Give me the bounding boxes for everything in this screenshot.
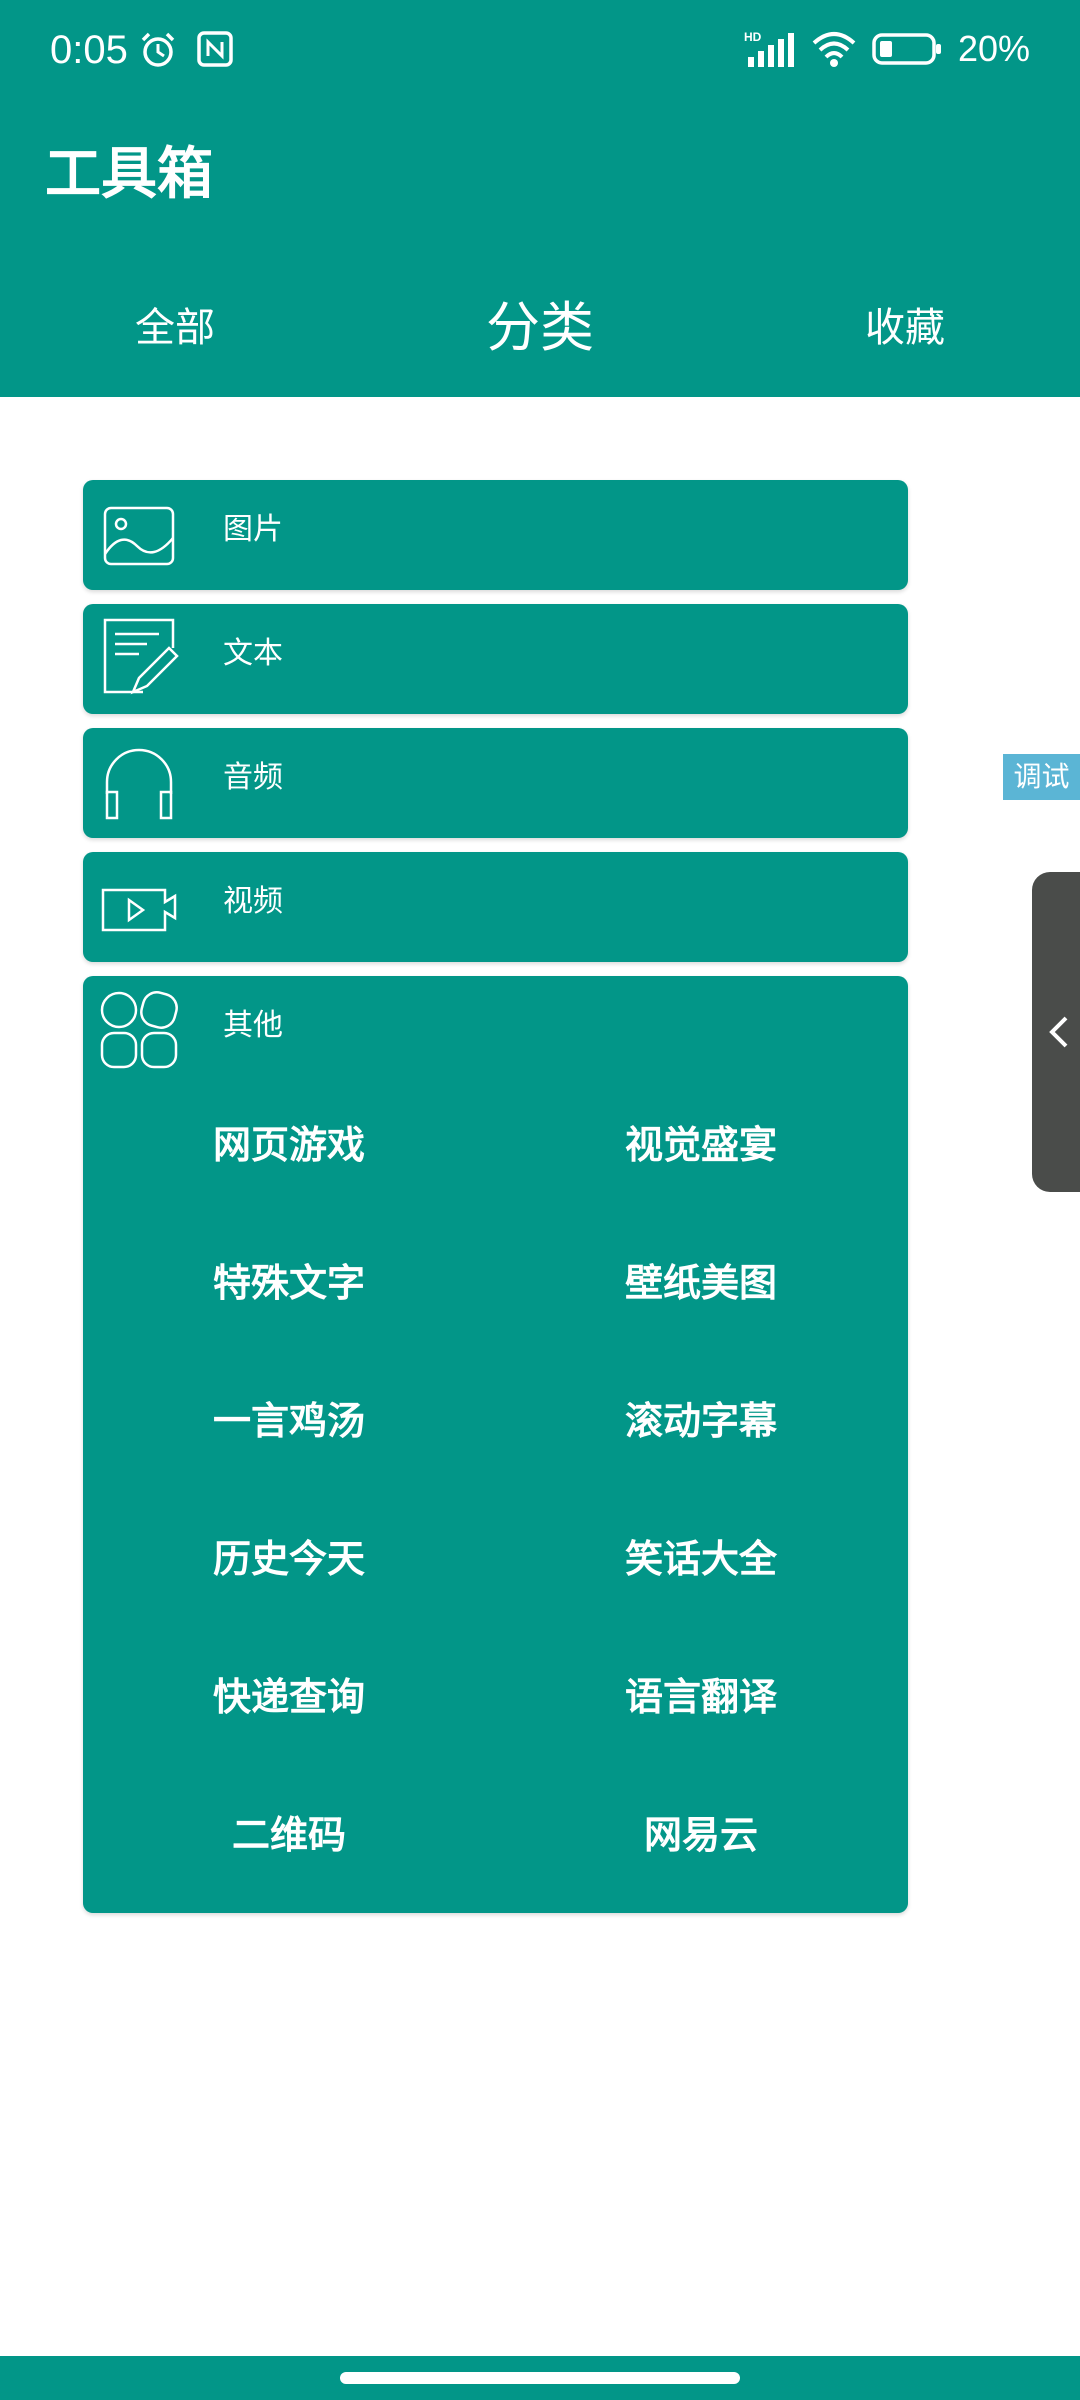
- sub-item-wallpapers[interactable]: 壁纸美图: [495, 1214, 907, 1352]
- app-header: 0:05 HD 20% 工具箱 全部 分类 收藏: [0, 0, 1080, 397]
- wifi-icon: [812, 32, 856, 67]
- headphones-icon: [105, 748, 173, 820]
- category-video[interactable]: 视频: [83, 852, 908, 962]
- tab-favorites[interactable]: 收藏: [775, 280, 1035, 376]
- sub-item-daily-quote[interactable]: 一言鸡汤: [83, 1352, 495, 1490]
- page-title: 工具箱: [45, 142, 213, 207]
- svg-text:HD: HD: [744, 30, 762, 44]
- sub-item-jokes[interactable]: 笑话大全: [495, 1490, 907, 1628]
- category-list: 图片 文本 音频 视频 其他 网页游戏 视觉盛宴 特殊文字 壁纸美图 一言鸡汤 …: [83, 480, 908, 1927]
- status-time: 0:05: [50, 28, 128, 72]
- sub-item-history-today[interactable]: 历史今天: [83, 1490, 495, 1628]
- debug-button[interactable]: 调试: [1003, 754, 1080, 800]
- category-text[interactable]: 文本: [83, 604, 908, 714]
- tab-category[interactable]: 分类: [410, 280, 670, 376]
- image-icon: [103, 506, 175, 566]
- video-icon: [101, 888, 177, 932]
- chevron-left-icon: [1049, 1016, 1068, 1048]
- sub-item-web-games[interactable]: 网页游戏: [83, 1076, 495, 1214]
- side-panel-handle[interactable]: [1032, 872, 1080, 1192]
- category-label: 音频: [223, 760, 283, 795]
- sub-item-visual-feast[interactable]: 视觉盛宴: [495, 1076, 907, 1214]
- sub-item-translation[interactable]: 语言翻译: [495, 1628, 907, 1766]
- status-left-icons: [138, 30, 234, 70]
- navigation-bar: [0, 2356, 1080, 2400]
- tab-bar: 全部 分类 收藏: [0, 280, 1080, 376]
- document-edit-icon: [103, 618, 179, 695]
- category-label: 图片: [223, 512, 283, 547]
- home-indicator[interactable]: [340, 2372, 740, 2384]
- sub-item-qr-code[interactable]: 二维码: [83, 1766, 495, 1904]
- battery-icon: [872, 33, 941, 65]
- sub-item-express-query[interactable]: 快递查询: [83, 1628, 495, 1766]
- tab-all[interactable]: 全部: [45, 280, 305, 376]
- sub-item-scrolling-text[interactable]: 滚动字幕: [495, 1352, 907, 1490]
- category-label: 其他: [223, 1008, 283, 1043]
- sub-item-special-text[interactable]: 特殊文字: [83, 1214, 495, 1352]
- sub-item-netease-music[interactable]: 网易云: [495, 1766, 907, 1904]
- category-label: 视频: [223, 884, 283, 919]
- battery-percentage: 20%: [957, 28, 1030, 69]
- status-bar: 0:05 HD 20%: [0, 0, 1080, 100]
- category-label: 文本: [223, 636, 283, 671]
- status-right-icons: HD 20%: [744, 28, 1030, 70]
- category-image[interactable]: 图片: [83, 480, 908, 590]
- grid-icon: [100, 991, 178, 1069]
- category-audio[interactable]: 音频: [83, 728, 908, 838]
- nfc-icon: [197, 31, 233, 67]
- category-other[interactable]: 其他 网页游戏 视觉盛宴 特殊文字 壁纸美图 一言鸡汤 滚动字幕 历史今天 笑话…: [83, 976, 908, 1913]
- signal-icon: HD: [744, 30, 794, 67]
- alarm-icon: [141, 32, 175, 67]
